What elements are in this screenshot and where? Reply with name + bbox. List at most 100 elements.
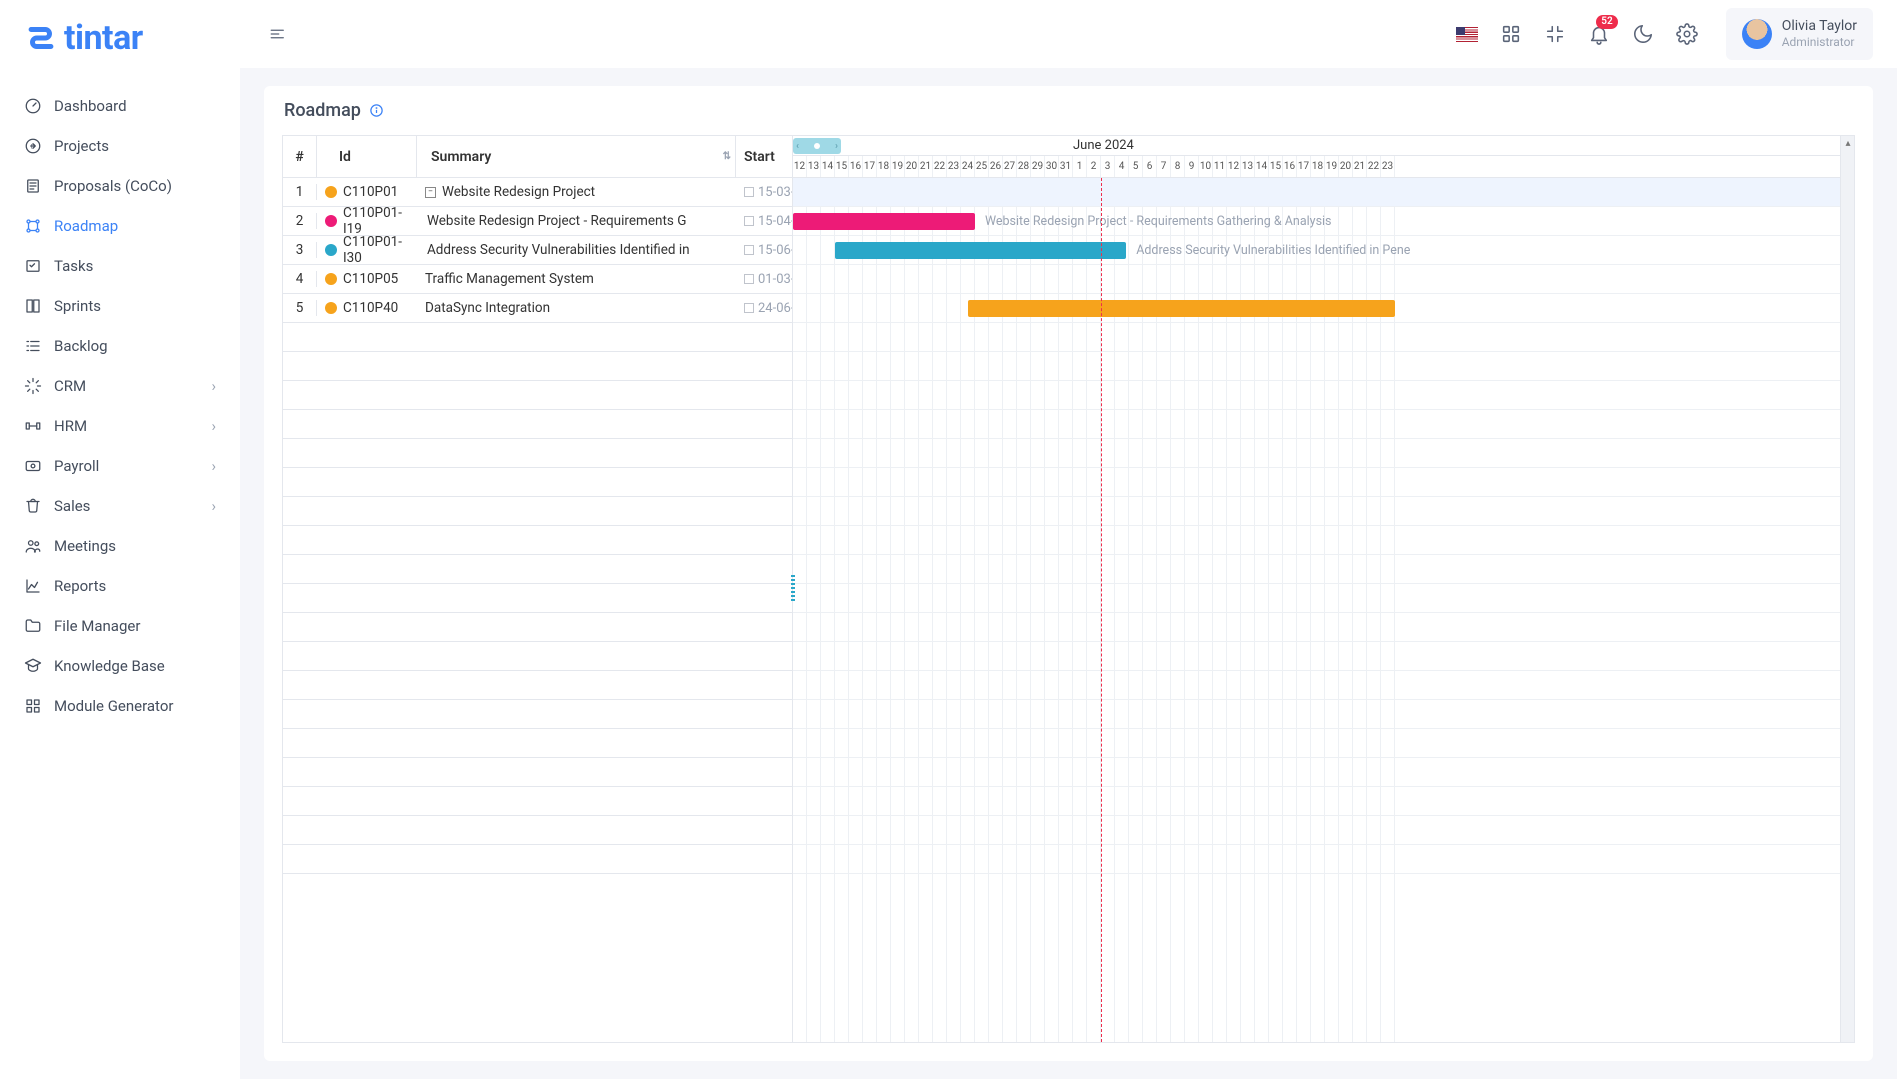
timeline-row[interactable] [793,178,1840,207]
apps-grid-icon[interactable] [1500,23,1522,45]
main-area: 52 Olivia Taylor Administrator [240,0,1897,1079]
checkbox-icon[interactable] [744,216,754,226]
timeline-row [793,410,1840,439]
table-row [283,700,792,729]
sidebar-item-reports[interactable]: Reports [0,566,240,606]
sidebar-item-backlog[interactable]: Backlog [0,326,240,366]
timeline-row[interactable] [793,294,1840,323]
chevron-left-icon: ‹ [796,141,799,152]
table-row [283,671,792,700]
info-icon[interactable] [369,103,384,118]
language-flag-us[interactable] [1456,27,1478,42]
checkbox-icon[interactable] [744,245,754,255]
timeline-day: 28 [1017,156,1031,177]
sidebar-item-label: Tasks [54,257,93,275]
column-header-summary[interactable]: Summary ⇅ [417,136,736,177]
timeline-row [793,555,1840,584]
column-header-id[interactable]: Id [317,136,417,177]
timeline-day: 25 [975,156,989,177]
timeline-day: 2 [1087,156,1101,177]
timeline-day: 13 [1241,156,1255,177]
sidebar-item-dashboard[interactable]: Dashboard [0,86,240,126]
gantt-bar[interactable] [793,213,975,230]
sidebar-item-projects[interactable]: PProjects [0,126,240,166]
timeline-row [793,468,1840,497]
column-resize-handle[interactable] [791,575,795,603]
chevron-right-icon: › [835,141,838,152]
timeline-day: 1 [1073,156,1087,177]
timeline-row [793,787,1840,816]
timeline-day: 6 [1143,156,1157,177]
dark-mode-toggle-icon[interactable] [1632,23,1654,45]
table-row[interactable]: 2C110P01-I19Website Redesign Project - R… [283,207,792,236]
sidebar-item-meetings[interactable]: Meetings [0,526,240,566]
timeline-day: 5 [1129,156,1143,177]
gantt-bar-label: Address Security Vulnerabilities Identif… [1136,242,1410,259]
timeline-row [793,671,1840,700]
sidebar-item-roadmap[interactable]: Roadmap [0,206,240,246]
row-id: C110P01-I19 [317,205,417,237]
timeline-row[interactable] [793,265,1840,294]
sidebar-item-proposals[interactable]: Proposals (CoCo) [0,166,240,206]
timeline-day: 13 [807,156,821,177]
checkbox-icon[interactable] [744,303,754,313]
crm-icon [24,377,42,395]
sidebar-item-sprints[interactable]: Sprints [0,286,240,326]
sidebar-item-label: Dashboard [54,97,127,115]
row-number: 1 [283,184,317,200]
sidebar-item-sales[interactable]: Sales› [0,486,240,526]
sidebar-item-kb[interactable]: Knowledge Base [0,646,240,686]
timeline-day: 7 [1157,156,1171,177]
table-row[interactable]: 3C110P01-I30Address Security Vulnerabili… [283,236,792,265]
scroll-up-icon[interactable]: ▴ [1841,136,1855,150]
kb-icon [24,657,42,675]
user-menu[interactable]: Olivia Taylor Administrator [1726,8,1873,61]
table-row [283,497,792,526]
column-header-num[interactable]: # [283,136,317,177]
gantt-timeline-body[interactable]: Website Redesign Project - Requirements … [793,178,1840,1042]
table-row [283,613,792,642]
timeline-row[interactable]: Address Security Vulnerabilities Identif… [793,236,1840,265]
table-row[interactable]: 5C110P40DataSync Integration24-06-2 [283,294,792,323]
sort-handle-icon[interactable]: ⇅ [723,151,731,162]
brand-logo[interactable]: tintar [0,18,240,76]
hrm-icon [24,417,42,435]
timeline-day: 22 [933,156,947,177]
checkbox-icon[interactable] [744,274,754,284]
row-start-date: 15-04-2 [736,214,792,229]
vertical-scrollbar[interactable]: ▴ [1840,136,1854,1042]
table-row[interactable]: 1C110P01−Website Redesign Project15-03-2 [283,178,792,207]
sidebar-item-filemanager[interactable]: File Manager [0,606,240,646]
fullscreen-exit-icon[interactable] [1544,23,1566,45]
logo-mark-icon [24,21,58,55]
gantt-bar[interactable] [835,242,1126,259]
timeline-day: 14 [1255,156,1269,177]
sidebar-item-label: Payroll [54,457,99,475]
table-row [283,555,792,584]
sidebar-item-crm[interactable]: CRM› [0,366,240,406]
user-role: Administrator [1782,35,1857,50]
timeline-day: 23 [1381,156,1395,177]
checkbox-icon[interactable] [744,187,754,197]
sidebar-item-tasks[interactable]: Tasks [0,246,240,286]
column-header-start[interactable]: Start [736,136,792,177]
tree-collapse-icon[interactable]: − [425,187,436,198]
row-summary: Traffic Management System [417,271,736,287]
timeline-row[interactable]: Website Redesign Project - Requirements … [793,207,1840,236]
settings-gear-icon[interactable] [1676,23,1698,45]
row-start-date: 15-06-2 [736,243,792,258]
table-row[interactable]: 4C110P05Traffic Management System01-03-2 [283,265,792,294]
row-number: 4 [283,271,317,287]
menu-toggle-button[interactable] [264,20,292,48]
sidebar-item-hrm[interactable]: HRM› [0,406,240,446]
sidebar-item-label: Sprints [54,297,101,315]
gantt-bar[interactable] [968,300,1395,317]
status-dot-icon [325,215,337,227]
sidebar-item-payroll[interactable]: Payroll› [0,446,240,486]
timeline-scroll-widget[interactable]: ‹ › [793,138,841,154]
notifications-bell-icon[interactable]: 52 [1588,23,1610,45]
timeline-day: 19 [1325,156,1339,177]
sidebar-item-modgen[interactable]: Module Generator [0,686,240,726]
proposals-icon [24,177,42,195]
sidebar-item-label: Backlog [54,337,108,355]
